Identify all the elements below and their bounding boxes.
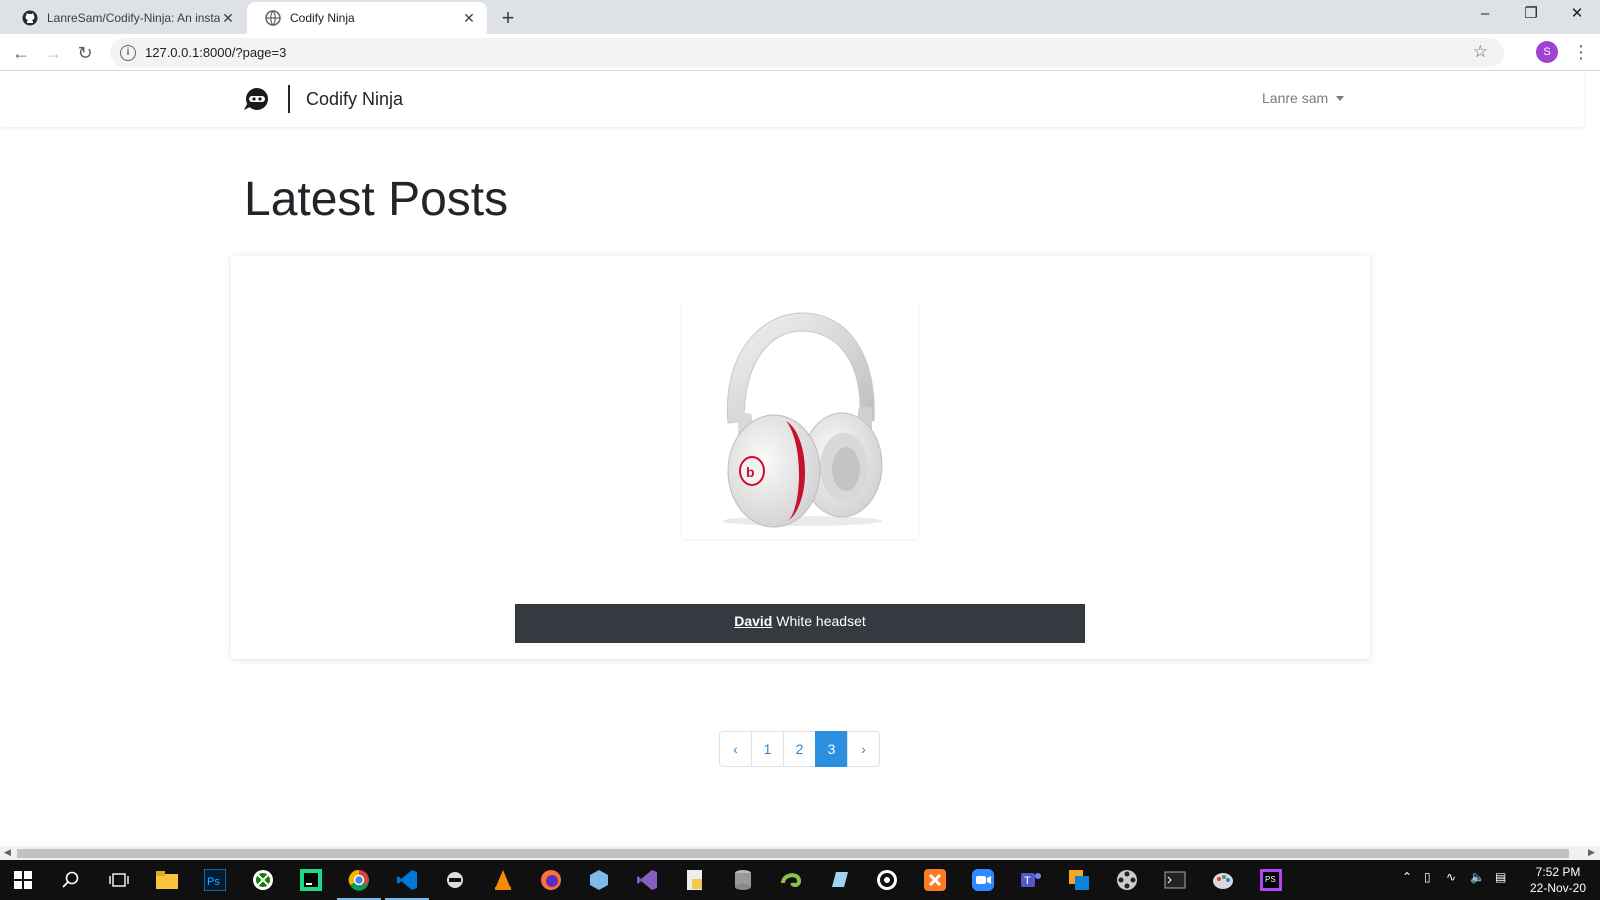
back-arrow-icon[interactable]: ←	[6, 38, 36, 68]
bookmark-star-icon[interactable]: ☆	[1473, 42, 1488, 62]
xampp-icon[interactable]	[921, 866, 949, 894]
pagination-page-2[interactable]: 2	[783, 731, 816, 767]
wifi-icon[interactable]: ∿	[1446, 870, 1456, 884]
search-icon[interactable]	[57, 866, 85, 894]
tab-title: LanreSam/Codify-Ninja: An insta	[47, 11, 220, 25]
ninja-logo-icon	[244, 86, 270, 112]
obs-icon[interactable]	[873, 866, 901, 894]
horizontal-scrollbar[interactable]: ◀ ▶	[0, 846, 1600, 860]
clock-date: 22-Nov-20	[1529, 881, 1587, 895]
globe-icon	[265, 10, 281, 26]
tab-github[interactable]: LanreSam/Codify-Ninja: An insta ✕	[4, 2, 246, 34]
vlc-icon[interactable]	[489, 866, 517, 894]
browser-toolbar: ← → ↻ i 127.0.0.1:8000/?page=3 ☆	[0, 34, 1600, 71]
zoom-icon[interactable]	[969, 866, 997, 894]
svg-text:PS: PS	[1265, 875, 1276, 884]
page-title: Latest Posts	[244, 173, 509, 226]
tab-title: Codify Ninja	[290, 11, 355, 25]
phpstorm-icon[interactable]: PS	[1257, 866, 1285, 894]
pagination-page-1[interactable]: 1	[751, 731, 784, 767]
remote-desktop-icon[interactable]	[1065, 866, 1093, 894]
user-dropdown[interactable]: Lanre sam	[1262, 90, 1345, 106]
file-explorer-icon[interactable]	[153, 866, 181, 894]
pagination-next[interactable]: ›	[847, 731, 880, 767]
chrome-icon[interactable]	[337, 866, 381, 900]
user-name: Lanre sam	[1262, 90, 1329, 106]
taskbar-clock[interactable]: 7:52 PM 22-Nov-20	[1516, 864, 1600, 896]
chevron-up-icon[interactable]: ⌃	[1402, 870, 1412, 884]
scroll-left-icon[interactable]: ◀	[4, 847, 11, 858]
headphones-image[interactable]: b	[682, 303, 918, 539]
github-icon	[22, 10, 38, 26]
browser-tabstrip: LanreSam/Codify-Ninja: An insta ✕ Codify…	[0, 0, 1600, 34]
address-bar[interactable]: i 127.0.0.1:8000/?page=3 ☆	[110, 38, 1504, 67]
restore-icon[interactable]: ❐	[1508, 0, 1554, 30]
close-window-icon[interactable]: ✕	[1554, 0, 1600, 30]
scroll-right-icon[interactable]: ▶	[1588, 847, 1595, 858]
intellij-icon[interactable]	[297, 866, 325, 894]
caret-down-icon	[1336, 95, 1345, 101]
teams-icon[interactable]: T	[1017, 866, 1045, 894]
svg-text:T: T	[1024, 875, 1031, 887]
xbox-icon[interactable]	[249, 866, 277, 894]
minimize-icon[interactable]: –	[1462, 0, 1508, 30]
film-reel-icon[interactable]	[1113, 866, 1141, 894]
database-icon[interactable]	[729, 866, 757, 894]
notes-icon[interactable]	[825, 866, 853, 894]
clock-time: 7:52 PM	[1535, 865, 1581, 879]
brand-divider	[288, 85, 290, 113]
post-card: b David White headset	[231, 256, 1370, 659]
site-navbar: Codify Ninja Lanre sam	[0, 71, 1584, 127]
pagination-prev[interactable]: ‹	[719, 731, 752, 767]
new-tab-button[interactable]: +	[494, 5, 522, 33]
notification-icon[interactable]: ▤	[1495, 870, 1506, 884]
vscode-icon[interactable]	[385, 866, 429, 900]
terminal-icon[interactable]	[1161, 866, 1189, 894]
chameleon-icon[interactable]	[777, 866, 805, 894]
info-icon[interactable]: i	[120, 44, 136, 61]
post-caption: David White headset	[515, 604, 1085, 643]
svg-text:Ps: Ps	[207, 876, 220, 888]
forward-arrow-icon[interactable]: →	[38, 38, 68, 68]
menu-kebab-icon[interactable]: ⋮	[1572, 40, 1590, 64]
brand-name: Codify Ninja	[306, 88, 404, 109]
task-view-icon[interactable]	[105, 866, 133, 894]
virtualbox-icon[interactable]	[585, 866, 613, 894]
reload-icon[interactable]: ↻	[70, 38, 100, 68]
visual-studio-icon[interactable]	[633, 866, 661, 894]
svg-text:b: b	[746, 464, 755, 480]
python-file-icon[interactable]	[681, 866, 709, 894]
close-tab-icon[interactable]: ✕	[461, 10, 477, 26]
url-text: 127.0.0.1:8000/?page=3	[145, 45, 287, 60]
pagination-page-3[interactable]: 3	[815, 731, 848, 767]
windows-start-icon[interactable]	[9, 866, 37, 894]
paint-icon[interactable]	[1209, 866, 1237, 894]
profile-avatar[interactable]: S	[1536, 41, 1558, 63]
scrollbar-thumb[interactable]	[17, 849, 1569, 858]
post-author-link[interactable]: David	[734, 613, 772, 629]
brand[interactable]: Codify Ninja	[244, 85, 403, 113]
volume-icon[interactable]: 🔈	[1470, 870, 1485, 884]
pagination: ‹ 1 2 3 ›	[719, 731, 880, 767]
battery-icon[interactable]: ▯	[1424, 870, 1431, 884]
close-tab-icon[interactable]: ✕	[220, 10, 236, 26]
photoshop-icon[interactable]: Ps	[201, 866, 229, 894]
post-title: White headset	[776, 613, 866, 629]
ninja-app-icon[interactable]	[441, 866, 469, 894]
tab-codify-ninja[interactable]: Codify Ninja ✕	[247, 2, 487, 34]
firefox-icon[interactable]	[537, 866, 565, 894]
windows-taskbar: Ps T PS ⌃ ▯ ∿ 🔈 ▤ 7:52 PM 22-Nov-20	[0, 860, 1600, 900]
